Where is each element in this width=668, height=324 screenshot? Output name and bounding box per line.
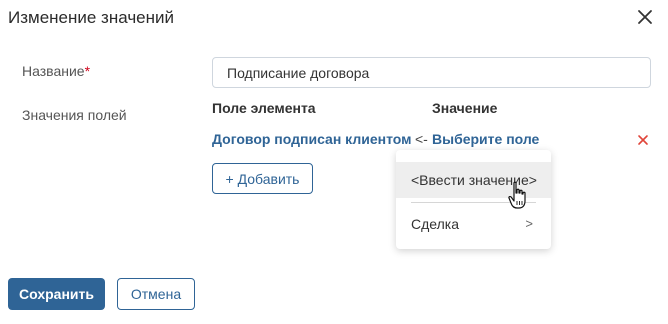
dropdown-item-deal[interactable]: Сделка > xyxy=(396,206,551,242)
hand-pointer-icon xyxy=(508,181,526,209)
name-label: Название* xyxy=(22,63,90,79)
save-button[interactable]: Сохранить xyxy=(8,278,105,310)
add-button[interactable]: + Добавить xyxy=(212,163,313,194)
name-input[interactable] xyxy=(212,57,651,88)
change-values-dialog: Изменение значений Название* Значения по… xyxy=(0,0,668,324)
select-field-link[interactable]: Выберите поле xyxy=(432,131,539,147)
name-label-text: Название xyxy=(22,63,85,79)
dropdown-item-label: Сделка xyxy=(411,216,459,232)
dialog-title: Изменение значений xyxy=(8,8,175,27)
assign-arrow: <- xyxy=(415,131,428,147)
fields-label: Значения полей xyxy=(22,107,127,123)
cancel-button[interactable]: Отмена xyxy=(117,278,195,310)
close-icon[interactable] xyxy=(634,6,656,28)
remove-icon[interactable] xyxy=(637,134,649,146)
column-element-header: Поле элемента xyxy=(212,100,316,116)
chevron-right-icon: > xyxy=(525,216,533,231)
element-field-link[interactable]: Договор подписан клиентом xyxy=(212,131,412,147)
required-mark: * xyxy=(84,63,91,79)
column-value-header: Значение xyxy=(432,100,498,116)
